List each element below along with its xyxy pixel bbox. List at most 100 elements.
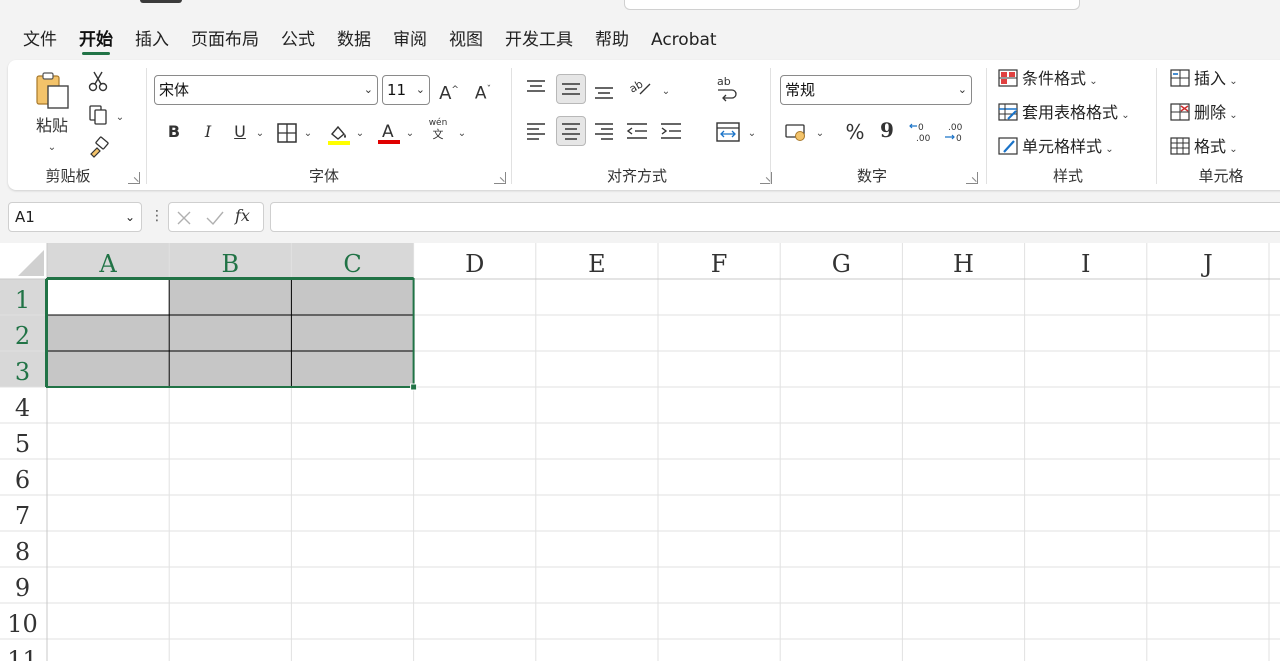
name-box[interactable]: A1 ⌄ xyxy=(8,202,142,232)
align-top-icon[interactable] xyxy=(526,78,546,96)
tab-home[interactable]: 开始 xyxy=(68,26,124,56)
underline-dropdown-icon[interactable]: ⌄ xyxy=(254,124,266,144)
align-left-icon[interactable] xyxy=(526,122,546,140)
tab-developer[interactable]: 开发工具 xyxy=(494,26,584,56)
column-header-c[interactable]: C xyxy=(343,250,361,278)
column-header-i[interactable]: I xyxy=(1081,250,1090,278)
row-header-5[interactable]: 5 xyxy=(15,430,30,458)
tab-data[interactable]: 数据 xyxy=(326,26,382,56)
search-box[interactable] xyxy=(624,0,1080,10)
paste-label[interactable]: 粘贴 xyxy=(32,116,72,136)
row-header-2[interactable]: 2 xyxy=(15,322,30,350)
insert-cells-button[interactable]: 插入 ⌄ xyxy=(1170,68,1238,93)
align-middle-button[interactable] xyxy=(556,74,586,104)
paste-icon[interactable] xyxy=(34,70,74,110)
column-header-g[interactable]: G xyxy=(832,250,851,278)
row-header-11[interactable]: 11 xyxy=(7,646,38,661)
number-group-label: 数字 xyxy=(856,167,887,185)
more-icon[interactable]: ⋮ xyxy=(150,208,164,224)
orientation-dropdown-icon[interactable]: ⌄ xyxy=(660,82,672,102)
formula-input[interactable] xyxy=(270,202,1280,232)
tab-file[interactable]: 文件 xyxy=(12,26,68,56)
chevron-down-icon: ⌄ xyxy=(363,83,373,96)
font-name-select[interactable]: 宋体 ⌄ xyxy=(154,75,378,105)
comma-style-button[interactable]: 9 xyxy=(880,120,894,140)
column-header-d[interactable]: D xyxy=(465,250,484,278)
divider xyxy=(770,68,771,184)
row-header-1[interactable]: 1 xyxy=(15,286,30,314)
row-header-8[interactable]: 8 xyxy=(15,538,30,566)
phonetic-guide-icon[interactable]: wén 文 xyxy=(424,118,452,141)
copy-icon[interactable] xyxy=(88,104,110,126)
clipboard-launcher-icon[interactable] xyxy=(128,172,140,184)
decrease-decimal-icon[interactable]: .00 0 xyxy=(942,120,968,144)
cancel-icon[interactable] xyxy=(175,209,193,227)
format-cells-button[interactable]: 格式 ⌄ xyxy=(1170,136,1238,161)
cell-styles-button[interactable]: 单元格样式 ⌄ xyxy=(998,136,1114,161)
row-header-7[interactable]: 7 xyxy=(15,502,30,530)
font-color-icon[interactable]: A xyxy=(376,120,402,146)
align-center-button[interactable] xyxy=(556,116,586,146)
align-right-icon[interactable] xyxy=(594,122,614,140)
format-painter-icon[interactable] xyxy=(88,136,110,158)
column-header-e[interactable]: E xyxy=(588,250,606,278)
borders-dropdown-icon[interactable]: ⌄ xyxy=(302,124,314,144)
tab-acrobat[interactable]: Acrobat xyxy=(640,26,728,56)
phonetic-top: wén xyxy=(428,118,448,128)
bold-button[interactable]: B xyxy=(166,122,182,142)
fill-handle[interactable] xyxy=(410,383,418,391)
worksheet-grid[interactable]: A B C D E F G H I J1234567891011 xyxy=(0,243,1280,661)
column-header-a[interactable]: A xyxy=(98,250,117,278)
font-launcher-icon[interactable] xyxy=(494,172,506,184)
enter-icon[interactable] xyxy=(205,209,225,227)
row-header-3[interactable]: 3 xyxy=(15,358,30,386)
row-header-4[interactable]: 4 xyxy=(15,394,30,422)
cut-icon[interactable] xyxy=(88,70,108,92)
borders-icon[interactable] xyxy=(276,122,298,144)
font-size-select[interactable]: 11 ⌄ xyxy=(382,75,430,105)
fill-color-icon[interactable] xyxy=(326,122,352,146)
increase-decimal-icon[interactable]: 0 .00 xyxy=(908,120,934,144)
increase-indent-icon[interactable] xyxy=(660,122,682,140)
svg-text:A: A xyxy=(382,122,394,142)
underline-button[interactable]: U xyxy=(232,122,248,142)
row-header-9[interactable]: 9 xyxy=(15,574,30,602)
decrease-indent-icon[interactable] xyxy=(626,122,648,140)
number-launcher-icon[interactable] xyxy=(966,172,978,184)
excel-window: 文件 开始 插入 页面布局 公式 数据 审阅 视图 开发工具 帮助 Acroba… xyxy=(0,0,1280,661)
fill-color-dropdown-icon[interactable]: ⌄ xyxy=(354,124,366,144)
decrease-font-size-icon[interactable]: Aˇ xyxy=(472,80,494,104)
column-header-b[interactable]: B xyxy=(221,250,239,278)
font-color-dropdown-icon[interactable]: ⌄ xyxy=(404,124,416,144)
conditional-formatting-button[interactable]: 条件格式 ⌄ xyxy=(998,68,1098,93)
increase-font-size-icon[interactable]: A^ xyxy=(438,80,460,104)
row-header-10[interactable]: 10 xyxy=(7,610,38,638)
accounting-dropdown-icon[interactable]: ⌄ xyxy=(814,124,826,144)
insert-function-icon[interactable]: fx xyxy=(235,206,250,225)
percent-style-button[interactable]: % xyxy=(844,122,866,142)
copy-dropdown-icon[interactable]: ⌄ xyxy=(114,108,126,128)
format-as-table-button[interactable]: 套用表格格式 ⌄ xyxy=(998,102,1130,127)
tab-help[interactable]: 帮助 xyxy=(584,26,640,56)
tab-review[interactable]: 审阅 xyxy=(382,26,438,56)
tab-insert[interactable]: 插入 xyxy=(124,26,180,56)
italic-button[interactable]: I xyxy=(200,122,216,142)
accounting-format-icon[interactable] xyxy=(784,122,808,142)
column-header-f[interactable]: F xyxy=(711,250,728,278)
active-cell[interactable] xyxy=(47,279,170,315)
merge-center-icon[interactable] xyxy=(716,122,740,142)
column-header-h[interactable]: H xyxy=(953,250,974,278)
row-header-6[interactable]: 6 xyxy=(15,466,30,494)
merge-dropdown-icon[interactable]: ⌄ xyxy=(746,124,758,144)
phonetic-dropdown-icon[interactable]: ⌄ xyxy=(456,124,468,144)
paste-dropdown-icon[interactable]: ⌄ xyxy=(46,138,58,158)
styles-group-label: 样式 xyxy=(1052,167,1083,185)
wrap-text-icon[interactable]: ab xyxy=(714,74,738,102)
tab-view[interactable]: 视图 xyxy=(438,26,494,56)
align-bottom-icon[interactable] xyxy=(594,84,614,102)
orientation-icon[interactable]: ab xyxy=(628,76,654,98)
number-format-select[interactable]: 常规 ⌄ xyxy=(780,75,972,105)
tab-formulas[interactable]: 公式 xyxy=(270,26,326,56)
delete-cells-button[interactable]: 删除 ⌄ xyxy=(1170,102,1238,127)
tab-page-layout[interactable]: 页面布局 xyxy=(180,26,270,56)
